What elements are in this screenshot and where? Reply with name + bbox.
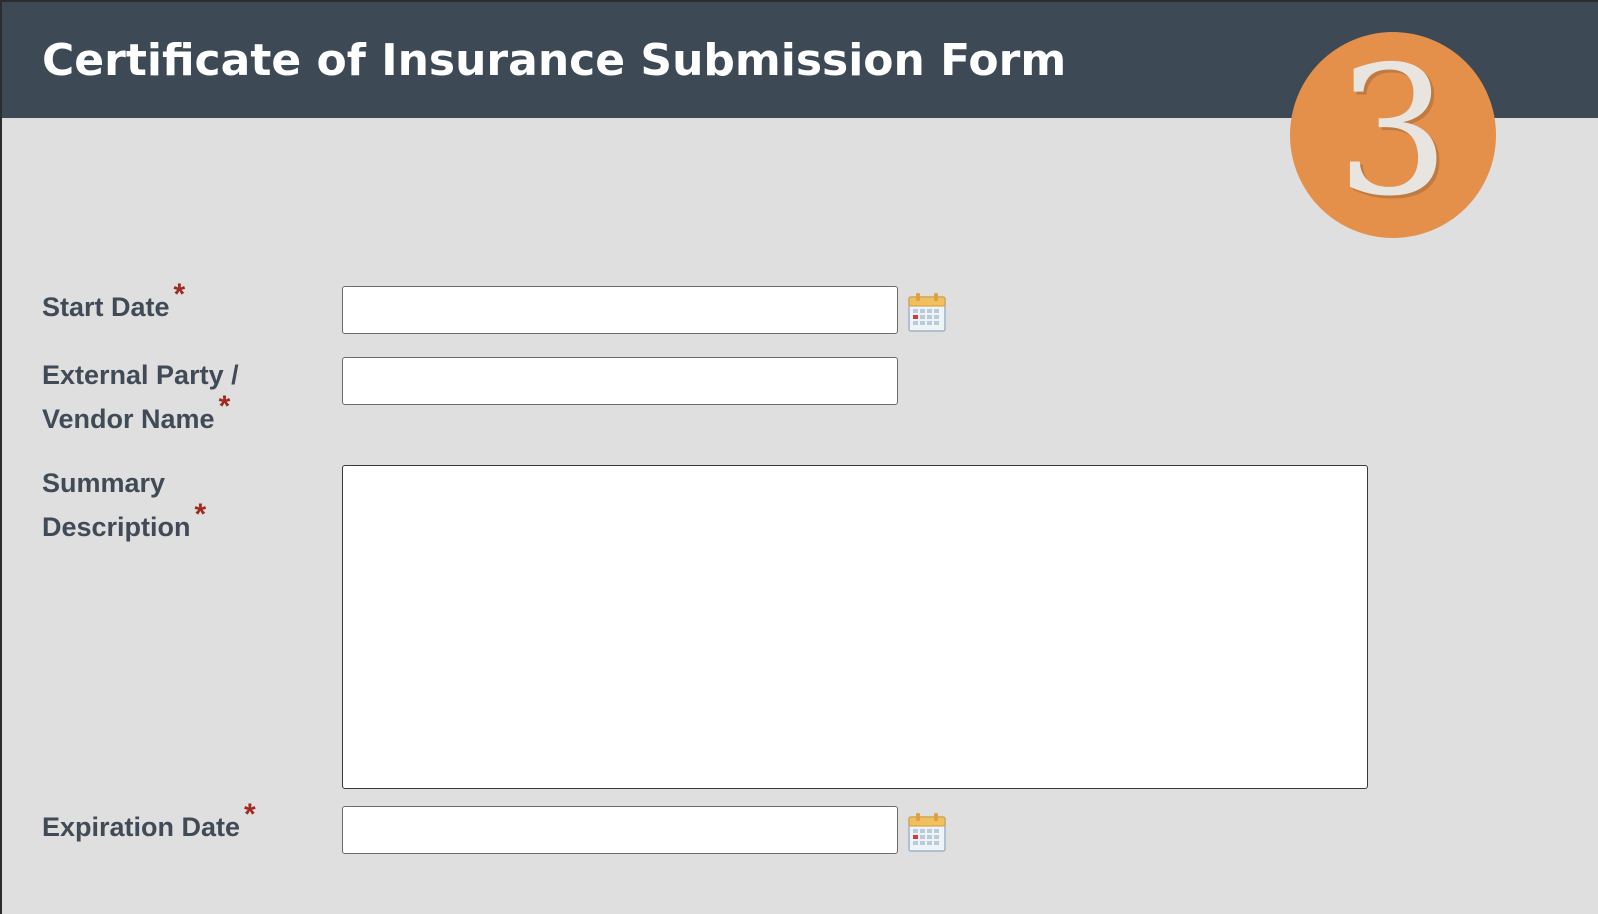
- page-title: Certificate of Insurance Submission Form: [42, 35, 1067, 86]
- required-marker: *: [194, 498, 207, 531]
- vendor-name-input[interactable]: [342, 357, 898, 405]
- required-marker: *: [173, 278, 186, 311]
- required-marker: *: [218, 390, 231, 423]
- step-number-badge: 3: [1290, 32, 1496, 238]
- summary-description-label: Summary Description *: [42, 468, 207, 542]
- expiration-date-label: Expiration Date *: [42, 798, 256, 842]
- calendar-icon[interactable]: [908, 292, 946, 332]
- step-number: 3: [1336, 28, 1450, 235]
- vendor-name-label: External Party / Vendor Name *: [42, 360, 239, 434]
- start-date-input[interactable]: [342, 286, 898, 334]
- form-page: Certificate of Insurance Submission Form…: [2, 2, 1598, 914]
- start-date-label: Start Date *: [42, 278, 186, 322]
- summary-description-textarea[interactable]: [342, 465, 1368, 789]
- calendar-icon[interactable]: [908, 812, 946, 852]
- required-marker: *: [244, 798, 256, 831]
- expiration-date-input[interactable]: [342, 806, 898, 854]
